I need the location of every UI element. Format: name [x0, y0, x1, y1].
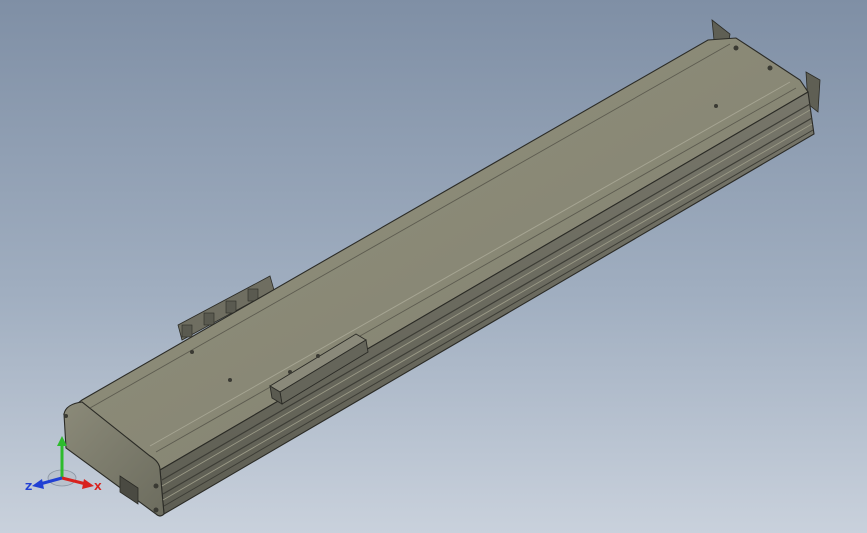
z-axis-arrow	[32, 479, 44, 489]
screw-hole-3	[316, 354, 320, 358]
top-groove-3	[155, 87, 797, 453]
coordinate-triad: X Z	[25, 436, 102, 493]
screw-hole-8	[153, 483, 159, 489]
x-axis-label: X	[94, 482, 102, 493]
linear-actuator-model[interactable]	[0, 0, 867, 533]
bracket-screw-3	[225, 300, 237, 314]
screw-hole-6	[767, 65, 773, 71]
z-axis-label: Z	[25, 482, 32, 493]
screw-hole-1	[190, 350, 194, 354]
screw-hole-5	[733, 45, 739, 51]
screw-hole-4	[288, 370, 292, 374]
screw-hole-9	[153, 507, 159, 513]
screw-hole-7	[714, 104, 718, 108]
x-axis-arrow	[82, 479, 94, 489]
screw-hole-10	[64, 414, 68, 418]
bracket-screw-1	[181, 324, 193, 338]
top-groove-2	[149, 81, 791, 447]
actuator-top-face[interactable]	[62, 37, 809, 471]
y-axis-arrow	[57, 436, 67, 446]
graphics-viewport[interactable]: X Z	[0, 0, 867, 533]
screw-hole-2	[228, 378, 232, 382]
bracket-screw-2	[203, 312, 215, 326]
